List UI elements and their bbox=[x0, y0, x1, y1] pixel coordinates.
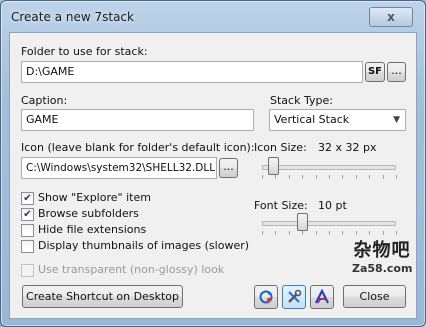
slider-tick bbox=[369, 175, 371, 179]
option-checkbox[interactable]: ✔ Browse subfolders bbox=[21, 207, 251, 221]
checkbox-box bbox=[21, 264, 34, 277]
slider-tick bbox=[275, 175, 277, 179]
slider-tick bbox=[288, 231, 290, 235]
slider-ticks bbox=[262, 231, 397, 235]
slider-tick bbox=[275, 231, 277, 235]
slider-tick bbox=[396, 175, 397, 179]
dialog-window: Create a new 7stack x Folder to use for … bbox=[0, 0, 426, 327]
checkbox-label: Display thumbnails of images (slower) bbox=[38, 239, 250, 252]
watermark: 杂物吧 Za58.com bbox=[352, 236, 412, 275]
about-icon bbox=[315, 289, 329, 304]
close-button[interactable]: Close bbox=[343, 285, 406, 308]
font-size-label: Font Size: bbox=[254, 199, 308, 212]
checkbox-box[interactable]: ✔ bbox=[21, 208, 34, 221]
caption-label: Caption: bbox=[21, 94, 68, 107]
folder-label: Folder to use for stack: bbox=[21, 45, 148, 58]
about-button[interactable] bbox=[310, 285, 334, 309]
folder-input[interactable]: D:\GAME bbox=[21, 61, 363, 83]
window-title: Create a new 7stack bbox=[11, 10, 134, 24]
slider-tick bbox=[355, 231, 357, 235]
icon-size-label: Icon Size: bbox=[254, 141, 307, 154]
option-checkbox[interactable]: Display thumbnails of images (slower) bbox=[21, 239, 251, 253]
font-size-value: 10 pt bbox=[318, 199, 347, 212]
watermark-cn: 杂物吧 bbox=[353, 240, 411, 261]
slider-tick bbox=[262, 175, 263, 179]
font-size-slider[interactable] bbox=[262, 213, 397, 235]
icon-label: Icon (leave blank for folder's default i… bbox=[21, 141, 255, 154]
create-shortcut-button[interactable]: Create Shortcut on Desktop bbox=[22, 285, 183, 308]
checkbox-label: Hide file extensions bbox=[38, 223, 147, 236]
icon-size-value: 32 x 32 px bbox=[318, 141, 377, 154]
slider-tick bbox=[382, 175, 384, 179]
stack-type-label: Stack Type: bbox=[270, 94, 333, 107]
slider-track bbox=[262, 221, 396, 226]
window-close-button[interactable]: x bbox=[369, 7, 413, 27]
slider-tick bbox=[329, 175, 330, 179]
slider-tick bbox=[302, 231, 304, 235]
slider-tick bbox=[342, 231, 344, 235]
settings-icon bbox=[288, 289, 302, 303]
option-checkbox[interactable]: Hide file extensions bbox=[21, 223, 251, 237]
chevron-down-icon: ▼ bbox=[393, 115, 400, 125]
slider-track bbox=[262, 165, 396, 170]
slider-tick bbox=[382, 231, 384, 235]
checkbox-label: Show "Explore" item bbox=[38, 191, 151, 204]
stack-type-select[interactable]: Vertical Stack ▼ bbox=[269, 109, 406, 131]
special-folder-button[interactable]: SF bbox=[365, 62, 385, 82]
slider-tick bbox=[369, 231, 371, 235]
slider-tick bbox=[288, 175, 290, 179]
folder-browse-button[interactable]: ... bbox=[387, 62, 406, 82]
refresh-button[interactable] bbox=[254, 285, 278, 309]
checkbox-box[interactable] bbox=[21, 224, 34, 237]
icon-browse-button[interactable]: ... bbox=[219, 158, 238, 178]
slider-tick bbox=[342, 175, 344, 179]
slider-thumb[interactable] bbox=[267, 157, 279, 175]
settings-button[interactable] bbox=[282, 285, 306, 309]
checkbox-label: Use transparent (non-glossy) look bbox=[38, 263, 225, 276]
slider-tick bbox=[396, 231, 397, 235]
slider-tick bbox=[315, 175, 317, 179]
slider-ticks bbox=[262, 175, 397, 179]
checkbox-box[interactable] bbox=[21, 240, 34, 253]
refresh-icon bbox=[259, 290, 273, 304]
slider-tick bbox=[302, 175, 304, 179]
icon-size-slider[interactable] bbox=[262, 157, 397, 179]
title-bar[interactable]: Create a new 7stack x bbox=[1, 1, 425, 33]
option-checkbox[interactable]: ✔ Show "Explore" item bbox=[21, 191, 251, 205]
slider-tick bbox=[355, 175, 357, 179]
slider-tick bbox=[262, 231, 263, 235]
stack-type-value: Vertical Stack bbox=[274, 113, 350, 126]
icon-input[interactable]: C:\Windows\system32\SHELL32.DLL bbox=[21, 157, 217, 179]
slider-tick bbox=[329, 231, 330, 235]
checkbox-box[interactable]: ✔ bbox=[21, 192, 34, 205]
slider-tick bbox=[315, 231, 317, 235]
option-checkbox: Use transparent (non-glossy) look bbox=[21, 263, 251, 277]
watermark-en: Za58.com bbox=[352, 262, 413, 275]
checkbox-label: Browse subfolders bbox=[38, 207, 139, 220]
slider-thumb[interactable] bbox=[297, 213, 309, 231]
caption-input[interactable]: GAME bbox=[21, 109, 254, 131]
dialog-body: Folder to use for stack: D:\GAME SF ... … bbox=[9, 32, 417, 319]
